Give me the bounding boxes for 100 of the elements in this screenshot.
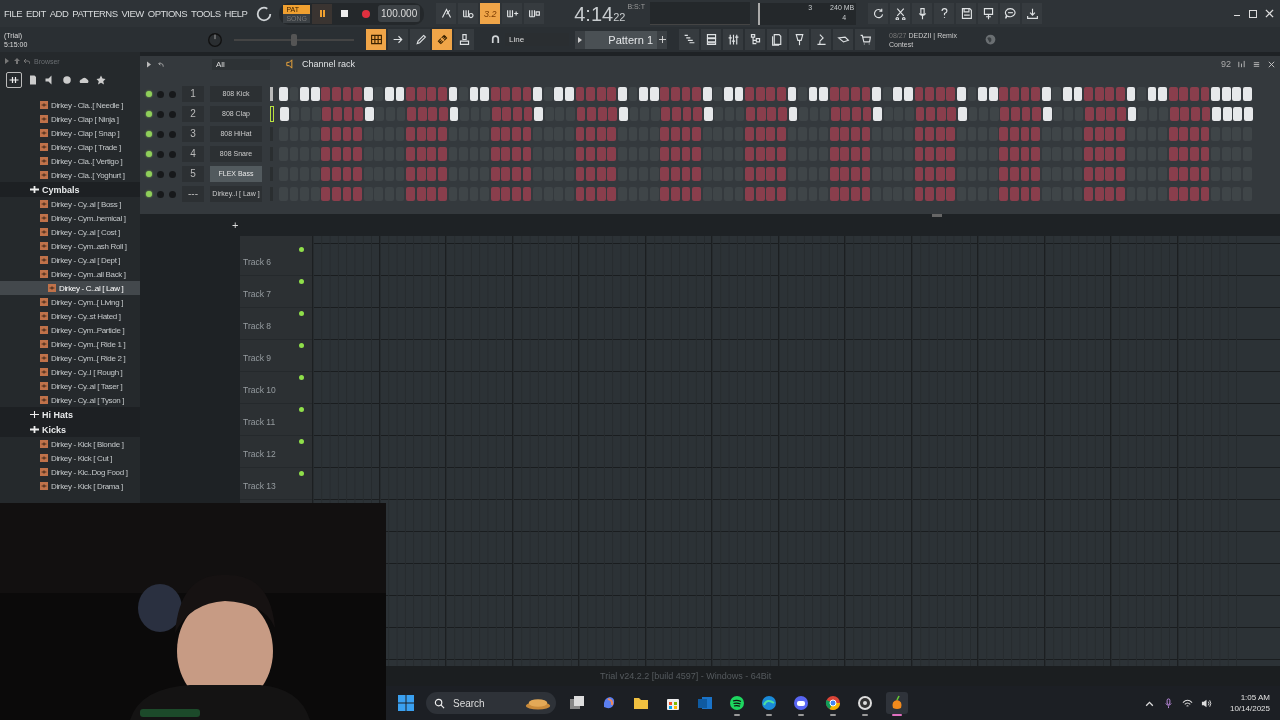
track-led[interactable] [299, 247, 304, 252]
playlist-grid[interactable] [312, 236, 1280, 666]
grid-button[interactable] [366, 29, 386, 50]
tree-button[interactable] [745, 29, 765, 50]
browser-file[interactable]: Dirkey - Cla..[ Yoghurt ] [51, 170, 125, 180]
track-led[interactable] [299, 311, 304, 316]
volume-knob[interactable] [169, 110, 176, 118]
browser-file[interactable]: Dirkey - Cym..Particle ] [51, 325, 125, 335]
browser-file[interactable]: Dirkey - Kic..Dog Food ] [51, 467, 128, 477]
undo-icon[interactable] [158, 60, 164, 68]
menu-item[interactable]: PATTERNS [72, 8, 118, 19]
scrollbar-handle[interactable] [932, 214, 942, 217]
bars-circle-button[interactable] [458, 3, 479, 24]
channel-led[interactable] [146, 171, 152, 177]
countdown-button[interactable]: 3.2 [480, 3, 501, 24]
mixer-track-number[interactable]: 4 [182, 146, 204, 162]
channel-led[interactable] [146, 191, 152, 197]
pen-button[interactable] [410, 29, 430, 50]
add-channel-button[interactable]: + [230, 219, 241, 231]
channel-filter-dropdown[interactable]: All [212, 58, 270, 70]
browser-file[interactable]: Dirkey - Clap [ Trade ] [51, 142, 121, 152]
refresh-button[interactable] [868, 3, 889, 24]
pause-button[interactable] [312, 3, 333, 24]
wifi-icon[interactable] [1181, 697, 1193, 709]
pages-button[interactable] [767, 29, 787, 50]
pan-knob[interactable] [157, 150, 164, 158]
menu-item[interactable]: VIEW [121, 8, 144, 19]
mixer-track-number[interactable]: 1 [182, 86, 204, 102]
faders-button[interactable] [723, 29, 743, 50]
menu-item[interactable]: EDIT [26, 8, 46, 19]
pan-knob[interactable] [157, 130, 164, 138]
menu-item[interactable]: ADD [49, 8, 69, 19]
previous-pattern-button[interactable] [575, 30, 585, 49]
bars-plus-button[interactable] [502, 3, 523, 24]
track-led[interactable] [299, 407, 304, 412]
channel-led[interactable] [146, 131, 152, 137]
download-button[interactable] [1022, 3, 1043, 24]
cart-button[interactable] [855, 29, 875, 50]
stamp-button[interactable] [454, 29, 474, 50]
globe-icon[interactable] [984, 33, 997, 46]
browser-file[interactable]: Dirkey - Cla..[ Needle ] [51, 100, 124, 110]
browser-file[interactable]: Dirkey - Cym..[ Ride 2 ] [51, 353, 126, 363]
menu-item[interactable]: OPTIONS [147, 8, 188, 19]
mixer-track-number[interactable]: 2 [182, 106, 204, 122]
link-button[interactable] [432, 29, 452, 50]
volume-knob[interactable] [169, 130, 176, 138]
browser-file[interactable]: Dirkey - Clap [ Ninja ] [51, 114, 119, 124]
globe-tab[interactable] [61, 74, 73, 86]
pattern-selector[interactable]: Pattern 1 [585, 30, 657, 49]
browser-file[interactable]: Dirkey - Cy..al [ Tyson ] [51, 395, 125, 405]
pan-knob[interactable] [157, 90, 164, 98]
pitch-knob[interactable] [206, 30, 224, 49]
chat-button[interactable] [1000, 3, 1021, 24]
track-led[interactable] [299, 439, 304, 444]
track-led[interactable] [299, 471, 304, 476]
play-icon[interactable] [4, 58, 10, 64]
track-led[interactable] [299, 375, 304, 380]
menu-item[interactable]: HELP [224, 8, 248, 19]
browser-file[interactable]: Dirkey - Cy..al [ Cost ] [51, 227, 120, 237]
browser-file[interactable]: Dirkey - Cla..[ Vertigo ] [51, 156, 123, 166]
channel-led[interactable] [146, 111, 152, 117]
dial-icon[interactable] [255, 4, 274, 23]
browser-file[interactable]: Dirkey - Cym..all Back ] [51, 269, 126, 279]
add-pattern-button[interactable] [657, 30, 667, 49]
browser-file[interactable]: Dirkey - Cym..[ Ride 1 ] [51, 339, 126, 349]
speaker-icon[interactable] [1200, 697, 1212, 709]
volume-knob[interactable] [169, 90, 176, 98]
arrow-button[interactable] [388, 29, 408, 50]
bars-icon[interactable] [1237, 59, 1246, 69]
star-tab[interactable] [95, 74, 107, 86]
browser-file[interactable]: Dirkey - Kick [ Drama ] [51, 481, 123, 491]
rack-button[interactable] [701, 29, 721, 50]
play-icon[interactable] [146, 60, 152, 68]
track-led[interactable] [299, 343, 304, 348]
tempo-display[interactable]: 100.000 [378, 5, 421, 22]
fruit-button[interactable] [886, 692, 908, 714]
channel-select-bar[interactable] [270, 106, 274, 122]
browser-file[interactable]: Dirkey - Cym..[ Living ] [51, 297, 124, 307]
up-arrow-icon[interactable] [14, 58, 20, 64]
document-tab[interactable] [27, 74, 39, 86]
save-button[interactable] [956, 3, 977, 24]
all-files-tab[interactable] [6, 72, 22, 88]
browser-folder[interactable]: Hi Hats [42, 409, 73, 420]
volume-knob[interactable] [169, 190, 176, 198]
browser-folder[interactable]: Cymbals [42, 184, 80, 195]
swing-value[interactable]: 92 [1221, 59, 1231, 69]
options-icon[interactable] [1252, 59, 1261, 69]
browser-file[interactable]: Dirkey - Cy..l [ Rough ] [51, 367, 123, 377]
menu-item[interactable]: TOOLS [191, 8, 221, 19]
browser-file[interactable]: Dirkey - Cym..ash Roll ] [51, 241, 127, 251]
volume-knob[interactable] [169, 150, 176, 158]
bars-loop-button[interactable] [524, 3, 545, 24]
browser-file[interactable]: Dirkey - Clap [ Snap ] [51, 128, 120, 138]
mixer-track-number[interactable]: 3 [182, 126, 204, 142]
browser-file[interactable]: Dirkey - Cy..al [ Dept ] [51, 255, 121, 265]
pan-knob[interactable] [157, 110, 164, 118]
browser-file[interactable]: Dirkey - Cy..al [ Boss ] [51, 199, 122, 209]
browser-file[interactable]: Dirkey - Cy..st Hated ] [51, 311, 121, 321]
browser-file[interactable]: Dirkey - Kick [ Cut ] [51, 453, 113, 463]
help-button[interactable] [934, 3, 955, 24]
